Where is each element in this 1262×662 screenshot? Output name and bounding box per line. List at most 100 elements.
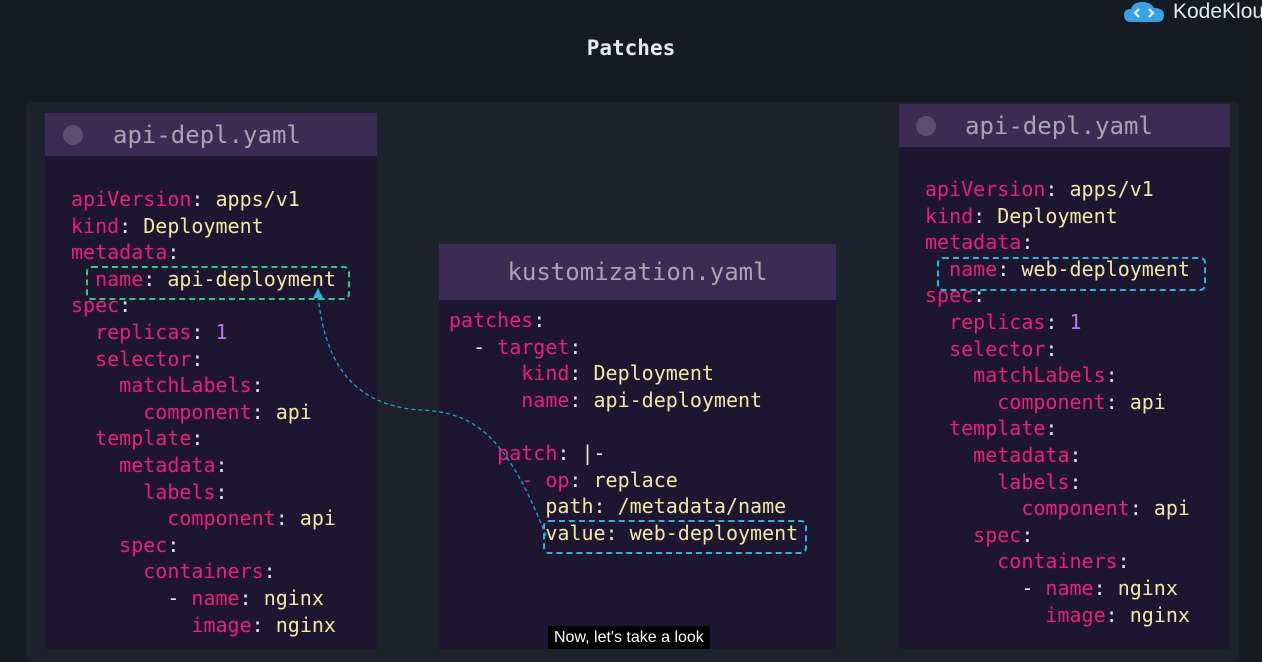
code-token: : bbox=[239, 585, 264, 610]
code-token: apps/v1 bbox=[1069, 177, 1154, 201]
code-token: template bbox=[95, 426, 192, 451]
code-token: kind bbox=[521, 361, 570, 386]
code-line: image: nginx bbox=[71, 612, 336, 639]
code-token: : bbox=[191, 319, 216, 344]
code-token: 1 bbox=[1069, 309, 1082, 334]
code-token: apps/v1 bbox=[215, 187, 300, 211]
code-token: image bbox=[191, 612, 252, 637]
code-line: component: api bbox=[925, 495, 1190, 522]
code-token: apiVersion bbox=[925, 177, 1046, 201]
code-token: : bbox=[167, 240, 180, 265]
code-token: : bbox=[215, 452, 228, 477]
code-token: containers bbox=[143, 559, 264, 584]
code-line: metadata: bbox=[71, 239, 336, 266]
code-token: spec bbox=[973, 522, 1022, 547]
code-token: : bbox=[1021, 522, 1034, 547]
code-line: - target: bbox=[449, 334, 798, 361]
code-token: name bbox=[191, 585, 240, 610]
code-token: metadata bbox=[71, 240, 168, 265]
code-line: replicas: 1 bbox=[71, 319, 336, 346]
code-line: labels: bbox=[925, 469, 1190, 496]
code-token: : bbox=[215, 479, 228, 504]
code-token: : bbox=[973, 203, 998, 228]
window-dot-icon bbox=[916, 115, 936, 136]
slide-title: Patches bbox=[586, 36, 676, 60]
code-line: labels: bbox=[71, 479, 336, 506]
code-token: Deployment bbox=[593, 361, 714, 386]
code-line: selector: bbox=[925, 336, 1190, 363]
middle-panel-header: kustomization.yaml bbox=[439, 244, 836, 300]
right-panel-header: api-depl.yaml bbox=[899, 104, 1230, 147]
code-token: 1 bbox=[215, 319, 228, 344]
code-token: : bbox=[1045, 336, 1058, 361]
code-token: : bbox=[1129, 496, 1154, 521]
code-token: : bbox=[119, 213, 144, 238]
code-line: apiVersion: apps/v1 bbox=[925, 176, 1190, 203]
code-line: component: api bbox=[71, 399, 336, 426]
code-token: kind bbox=[925, 203, 974, 228]
code-token: : bbox=[1105, 363, 1118, 388]
code-line: containers: bbox=[71, 558, 336, 585]
code-line: spec: bbox=[925, 522, 1190, 549]
code-token: template bbox=[949, 416, 1046, 441]
code-line: path: /metadata/name bbox=[449, 493, 798, 520]
code-line: component: api bbox=[71, 505, 336, 532]
code-token: Deployment bbox=[143, 213, 264, 238]
code-token: replace bbox=[593, 467, 678, 492]
code-token: : bbox=[275, 506, 300, 531]
code-token: : bbox=[569, 334, 582, 359]
code-token: : bbox=[569, 467, 594, 492]
code-token: api bbox=[1129, 389, 1166, 414]
code-token: component bbox=[167, 506, 276, 531]
code-token: : bbox=[191, 187, 216, 211]
code-token: : bbox=[569, 361, 594, 386]
patched-name-highlight bbox=[937, 257, 1206, 291]
window-dot-icon bbox=[63, 124, 83, 145]
middle-panel-filename: kustomization.yaml bbox=[507, 258, 768, 286]
code-line: metadata: bbox=[925, 442, 1190, 469]
code-token: - bbox=[449, 334, 498, 359]
code-line: template: bbox=[925, 415, 1190, 442]
code-token: : bbox=[251, 399, 276, 424]
code-line: kind: Deployment bbox=[925, 203, 1190, 230]
code-token: path: /metadata/name bbox=[545, 494, 787, 519]
code-token: : bbox=[1045, 177, 1070, 201]
right-yaml-panel: api-depl.yaml apiVersion: apps/v1 kind: D… bbox=[899, 104, 1230, 649]
code-token: : bbox=[1093, 575, 1118, 600]
code-token: nginx bbox=[1117, 575, 1178, 600]
code-token: component bbox=[1021, 496, 1130, 521]
code-token: : bbox=[1105, 389, 1130, 414]
code-token: : bbox=[1045, 416, 1058, 441]
middle-yaml-panel: kustomization.yaml patches: - target: ki… bbox=[439, 244, 836, 649]
code-token: replicas bbox=[95, 319, 192, 344]
code-line: matchLabels: bbox=[925, 362, 1190, 389]
code-token: : bbox=[191, 426, 204, 451]
code-line: containers: bbox=[925, 548, 1190, 575]
code-token: : bbox=[251, 373, 264, 398]
right-code-block: apiVersion: apps/v1 kind: Deployment metad… bbox=[925, 176, 1190, 628]
code-token: image bbox=[1045, 602, 1106, 627]
code-line: selector: bbox=[71, 346, 336, 373]
brand-logo: KodeKlou bbox=[1123, 0, 1262, 24]
code-line: - op: replace bbox=[449, 467, 798, 494]
